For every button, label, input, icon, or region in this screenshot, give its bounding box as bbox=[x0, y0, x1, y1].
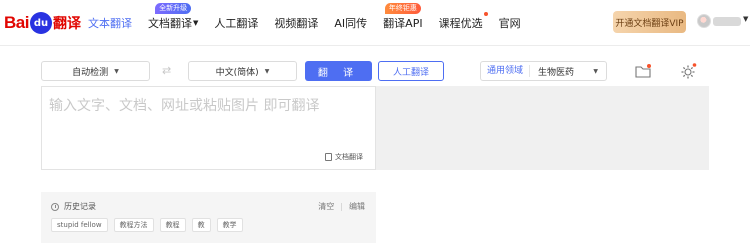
logo-text-du: du bbox=[33, 17, 49, 29]
chevron-down-icon: ▼ bbox=[114, 67, 119, 75]
history-title: 历史记录 bbox=[51, 201, 96, 212]
input-placeholder: 输入文字、文档、网址或粘贴图片 即可翻译 bbox=[49, 98, 320, 114]
human-translate-button[interactable]: 人工翻译 bbox=[378, 61, 444, 81]
nav-text-translate[interactable]: 文本翻译 bbox=[88, 15, 132, 31]
promo-badge: 年终钜惠 bbox=[384, 3, 421, 14]
clear-history-button[interactable]: 清空 bbox=[318, 202, 334, 211]
translate-button[interactable]: 翻 译 bbox=[305, 61, 372, 81]
favorites-folder-icon[interactable] bbox=[634, 62, 652, 80]
domain-value: 生物医药 bbox=[538, 67, 575, 78]
nav-video-translate[interactable]: 视频翻译 bbox=[274, 15, 318, 31]
source-text-input[interactable]: 输入文字、文档、网址或粘贴图片 即可翻译 文档翻译 bbox=[41, 86, 376, 170]
main-nav: 文本翻译 全新升级 文档翻译▼ 人工翻译 视频翻译 AI同传 年终钜惠 翻译AP… bbox=[88, 0, 537, 46]
chevron-down-icon: ▼ bbox=[264, 67, 270, 75]
nav-label: 翻译API bbox=[383, 17, 423, 30]
history-panel: 历史记录 清空 | 编辑 stupid fellow 教程方法 教程 教 教学 bbox=[41, 192, 376, 243]
clock-icon bbox=[51, 202, 59, 211]
logo-text-fanyi: 翻译 bbox=[52, 16, 81, 32]
avatar[interactable] bbox=[697, 14, 711, 28]
nav-label: 文档翻译 bbox=[148, 17, 192, 30]
top-header: Bai du 翻译 文本翻译 全新升级 文档翻译▼ 人工翻译 视频翻译 AI同传… bbox=[0, 0, 750, 46]
notification-dot-icon bbox=[483, 12, 488, 16]
history-chip-list: stupid fellow 教程方法 教程 教 教学 bbox=[51, 218, 249, 232]
target-language-select[interactable]: 中文(简体) ▼ bbox=[188, 61, 297, 81]
doc-translate-label: 文档翻译 bbox=[335, 153, 363, 161]
chevron-down-icon: ▼ bbox=[593, 67, 598, 75]
baidu-translate-logo[interactable]: Bai du 翻译 bbox=[4, 10, 81, 36]
nav-label: AI同传 bbox=[334, 17, 368, 30]
nav-ai-interpretation[interactable]: AI同传 bbox=[334, 15, 367, 31]
nav-human-translate[interactable]: 人工翻译 bbox=[214, 15, 258, 31]
nav-label: 课程优选 bbox=[438, 17, 483, 30]
new-upgrade-badge: 全新升级 bbox=[155, 3, 192, 14]
nav-label: 文本翻译 bbox=[88, 17, 132, 30]
nav-label: 人工翻译 bbox=[214, 17, 259, 30]
history-chip[interactable]: stupid fellow bbox=[51, 218, 108, 232]
settings-gear-icon[interactable] bbox=[679, 62, 697, 80]
divider: | bbox=[340, 202, 343, 211]
nav-label: 官网 bbox=[498, 17, 521, 30]
chevron-down-icon[interactable]: ▼ bbox=[743, 15, 748, 23]
chevron-down-icon: ▼ bbox=[193, 19, 199, 27]
vip-button[interactable]: 开通文档翻译VIP bbox=[613, 11, 686, 33]
nav-doc-translate[interactable]: 全新升级 文档翻译▼ bbox=[148, 3, 199, 31]
translation-output-panel bbox=[376, 86, 709, 170]
domain-select[interactable]: 通用领域 生物医药 ▼ bbox=[480, 61, 607, 81]
paw-logo-icon: du bbox=[29, 12, 52, 34]
username-blurred[interactable] bbox=[713, 17, 741, 26]
swap-languages-icon[interactable]: ⇄ bbox=[162, 64, 171, 77]
domain-label: 通用领域 bbox=[481, 65, 531, 77]
history-chip[interactable]: 教学 bbox=[216, 218, 243, 232]
history-chip[interactable]: 教程方法 bbox=[113, 218, 154, 232]
nav-official-site[interactable]: 官网 bbox=[499, 15, 521, 31]
target-language-value: 中文(简体) bbox=[215, 67, 259, 78]
logo-text-bai: Bai bbox=[4, 13, 29, 32]
source-language-value: 自动检测 bbox=[72, 67, 109, 78]
nav-label: 视频翻译 bbox=[274, 17, 319, 30]
edit-history-button[interactable]: 编辑 bbox=[349, 202, 365, 211]
history-chip[interactable]: 教 bbox=[191, 218, 211, 232]
source-language-select[interactable]: 自动检测 ▼ bbox=[41, 61, 150, 81]
nav-courses[interactable]: 课程优选 bbox=[438, 12, 488, 31]
doc-translate-link[interactable]: 文档翻译 bbox=[325, 152, 363, 162]
document-icon bbox=[325, 153, 332, 161]
history-actions: 清空 | 编辑 bbox=[318, 201, 365, 212]
history-chip[interactable]: 教程 bbox=[159, 218, 186, 232]
nav-translate-api[interactable]: 年终钜惠 翻译API bbox=[383, 3, 423, 31]
history-title-label: 历史记录 bbox=[64, 202, 96, 211]
